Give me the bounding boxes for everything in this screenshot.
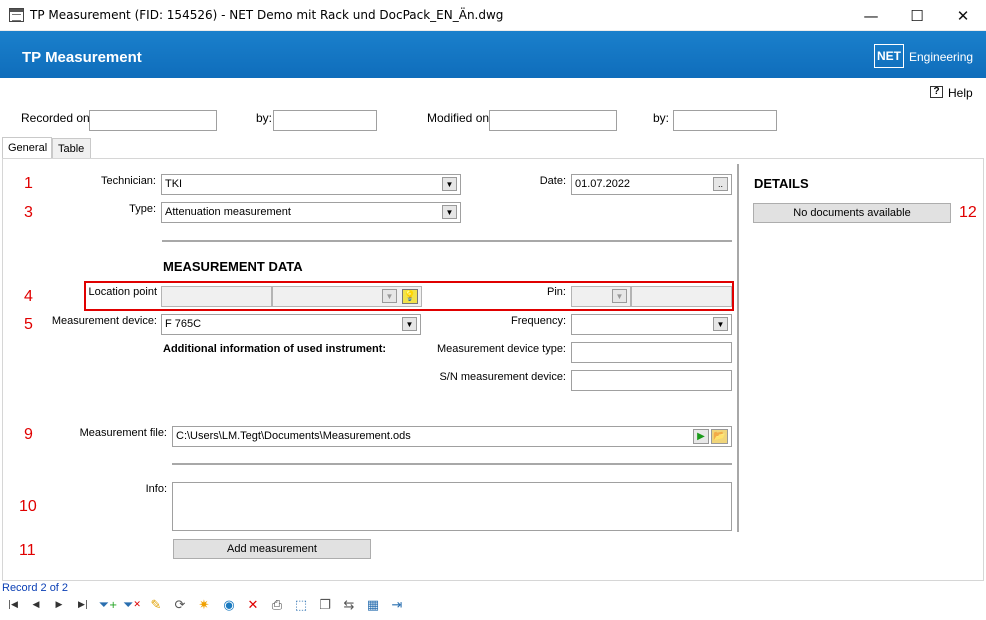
help-icon[interactable]: ? — [930, 86, 943, 98]
annotation-1: 1 — [24, 175, 33, 192]
location-point-label: Location point — [88, 286, 158, 298]
add-measurement-button[interactable]: Add measurement — [173, 539, 371, 559]
delete-x-icon[interactable]: ✕ — [242, 595, 264, 615]
panel-vertical-divider — [737, 164, 739, 532]
recorded-on-field[interactable] — [89, 110, 217, 131]
help-link[interactable]: Help — [948, 86, 973, 100]
exit-icon[interactable]: ⇥ — [386, 595, 408, 615]
recorded-by-field[interactable] — [273, 110, 377, 131]
brand-logo: NET — [874, 44, 904, 68]
date-value: 01.07.2022 — [575, 178, 631, 190]
edit-pencil-icon[interactable]: ✎ — [145, 595, 167, 615]
info-label: Info: — [145, 483, 167, 495]
date-field[interactable]: 01.07.2022 .. — [571, 174, 732, 195]
page-title: TP Measurement — [22, 49, 142, 66]
refresh-icon[interactable]: ⟳ — [169, 595, 191, 615]
move-icon[interactable]: ⇆ — [338, 595, 360, 615]
frequency-label: Frequency: — [510, 315, 566, 327]
measurement-device-value: F 765C — [165, 318, 202, 330]
pin-label: Pin: — [547, 286, 566, 298]
next-record-icon[interactable]: ▶ — [48, 595, 70, 615]
first-record-icon[interactable]: |◀ — [2, 595, 24, 615]
info-textarea[interactable] — [172, 482, 732, 531]
chevron-down-icon[interactable]: ▼ — [713, 317, 728, 331]
modified-by-field[interactable] — [673, 110, 777, 131]
sn-device-field[interactable] — [571, 370, 732, 391]
app-window-icon — [9, 8, 24, 22]
section-separator — [162, 240, 732, 242]
select-frame-icon[interactable]: ⬚ — [290, 595, 312, 615]
last-record-icon[interactable]: ▶| — [72, 595, 94, 615]
window-title: TP Measurement (FID: 154526) - NET Demo … — [30, 8, 504, 22]
table-grid-icon[interactable]: ▦ — [362, 595, 384, 615]
technician-value: TKI — [165, 178, 183, 190]
lightbulb-icon[interactable]: 💡 — [402, 289, 418, 304]
maximize-button[interactable]: ☐ — [894, 0, 940, 31]
measurement-file-value: C:\Users\LM.Tegt\Documents\Measurement.o… — [176, 430, 411, 442]
tab-table[interactable]: Table — [52, 138, 91, 159]
annotation-11: 11 — [19, 542, 36, 559]
record-counter: Record 2 of 2 — [2, 582, 69, 594]
brand-text: Engineering — [909, 50, 974, 64]
chevron-down-icon: ▼ — [382, 289, 397, 303]
measurement-data-title: MEASUREMENT DATA — [163, 259, 303, 274]
pin-select: ▼ — [571, 286, 631, 307]
bottom-toolbar: |◀ ◀ ▶ ▶| ⏷ + ⏷ ✕ ✎ ⟳ ✷ ◉ ✕ ⎙ ⬚ ❐ ⇆ ▦ ⇥ — [0, 594, 986, 620]
title-bar: TP Measurement (FID: 154526) - NET Demo … — [0, 0, 986, 31]
no-documents-button[interactable]: No documents available — [753, 203, 951, 223]
sn-device-label: S/N measurement device: — [439, 371, 566, 383]
measurement-device-label: Measurement device: — [51, 315, 157, 327]
close-button[interactable]: ✕ — [940, 0, 986, 31]
date-picker-button[interactable]: .. — [713, 177, 728, 191]
annotation-4: 4 — [24, 288, 33, 305]
annotation-10: 10 — [19, 498, 37, 515]
technician-label: Technician: — [100, 175, 156, 187]
location-point-field — [161, 286, 272, 307]
measurement-file-label: Measurement file: — [79, 427, 167, 439]
modified-on-label: Modified on: — [427, 111, 493, 125]
modified-by-label: by: — [653, 111, 670, 125]
device-type-label: Measurement device type: — [436, 343, 566, 355]
play-icon[interactable]: ▶ — [693, 429, 709, 444]
technician-select[interactable]: TKI ▼ — [161, 174, 461, 195]
modified-on-field[interactable] — [489, 110, 617, 131]
copy-icon[interactable]: ❐ — [314, 595, 336, 615]
recorded-by-label: by: — [256, 111, 273, 125]
open-folder-icon[interactable]: 📂 — [711, 429, 728, 444]
chevron-down-icon: ▼ — [612, 289, 627, 303]
recorded-on-label: Recorded on: — [21, 111, 94, 125]
file-separator — [172, 463, 732, 465]
new-star-icon[interactable]: ✷ — [193, 595, 215, 615]
additional-info-heading: Additional information of used instrumen… — [163, 343, 387, 355]
type-value: Attenuation measurement — [165, 206, 291, 218]
location-point-select: ▼ 💡 — [272, 286, 422, 307]
type-select[interactable]: Attenuation measurement ▼ — [161, 202, 461, 223]
annotation-9: 9 — [24, 426, 33, 443]
date-label: Date: — [539, 175, 566, 187]
chevron-down-icon[interactable]: ▼ — [402, 317, 417, 331]
frequency-select[interactable]: ▼ — [571, 314, 732, 335]
pin-field — [631, 286, 732, 307]
filter-remove-icon[interactable]: ⏷ ✕ — [121, 595, 143, 615]
globe-link-icon[interactable]: ◉ — [218, 595, 240, 615]
previous-record-icon[interactable]: ◀ — [25, 595, 47, 615]
measurement-file-field[interactable]: C:\Users\LM.Tegt\Documents\Measurement.o… — [172, 426, 732, 447]
header-band: TP Measurement NET Engineering — [0, 31, 986, 78]
tab-general[interactable]: General — [2, 137, 52, 159]
filter-add-icon[interactable]: ⏷ + — [97, 595, 119, 615]
print-icon[interactable]: ⎙ — [266, 595, 288, 615]
measurement-device-select[interactable]: F 765C ▼ — [161, 314, 421, 335]
chevron-down-icon[interactable]: ▼ — [442, 177, 457, 191]
minimize-button[interactable]: — — [848, 0, 894, 31]
annotation-3: 3 — [24, 204, 33, 221]
details-title: DETAILS — [754, 176, 809, 191]
type-label: Type: — [129, 203, 156, 215]
device-type-field[interactable] — [571, 342, 732, 363]
chevron-down-icon[interactable]: ▼ — [442, 205, 457, 219]
annotation-12: 12 — [959, 204, 977, 221]
